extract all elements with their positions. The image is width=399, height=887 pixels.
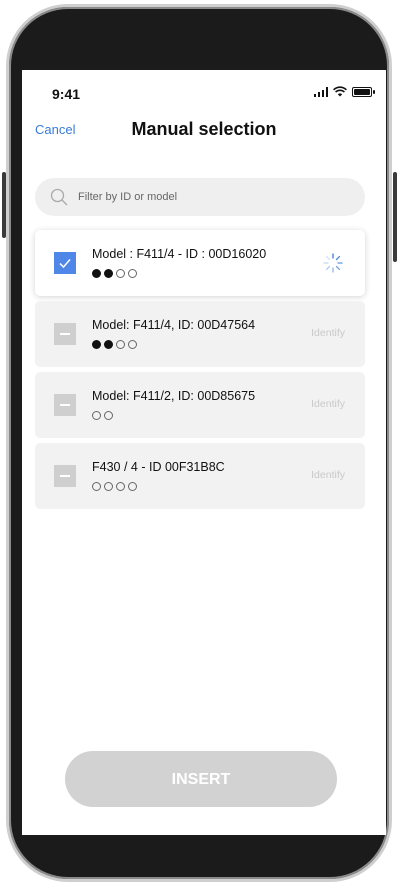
dot-empty bbox=[128, 269, 137, 278]
checkbox-unchecked[interactable] bbox=[54, 323, 76, 345]
checkbox-checked[interactable] bbox=[54, 252, 76, 274]
power-button bbox=[393, 172, 397, 262]
device-label: Model : F411/4 - ID : 00D16020 bbox=[92, 247, 267, 261]
status-time: 9:41 bbox=[52, 86, 81, 102]
checkbox-unchecked[interactable] bbox=[54, 465, 76, 487]
channel-dots bbox=[92, 340, 137, 349]
device-label: Model: F411/2, ID: 00D85675 bbox=[92, 389, 256, 403]
dot-filled bbox=[92, 340, 101, 349]
dot-empty bbox=[92, 482, 101, 491]
device-row[interactable]: Model : F411/4 - ID : 00D16020 bbox=[35, 230, 365, 296]
identify-button[interactable]: Identify bbox=[311, 327, 345, 339]
device-label: F430 / 4 - ID 00F31B8C bbox=[92, 460, 225, 474]
battery-icon bbox=[352, 86, 375, 97]
nav-header: Cancel Manual selection bbox=[22, 116, 386, 146]
dot-empty bbox=[92, 411, 101, 420]
dot-empty bbox=[128, 340, 137, 349]
wifi-icon bbox=[333, 86, 347, 97]
dot-empty bbox=[104, 411, 113, 420]
identify-button[interactable]: Identify bbox=[311, 398, 345, 410]
channel-dots bbox=[92, 269, 137, 278]
device-row[interactable]: Model: F411/2, ID: 00D85675 Identify bbox=[35, 372, 365, 438]
search-icon bbox=[50, 188, 68, 206]
page-title: Manual selection bbox=[131, 119, 277, 139]
status-bar: 9:41 bbox=[22, 70, 386, 114]
dot-filled bbox=[104, 340, 113, 349]
channel-dots bbox=[92, 411, 113, 420]
checkmark-icon bbox=[59, 259, 71, 269]
status-icons bbox=[313, 86, 375, 97]
dot-filled bbox=[92, 269, 101, 278]
device-label: Model: F411/4, ID: 00D47564 bbox=[92, 318, 256, 332]
device-row[interactable]: Model: F411/4, ID: 00D47564 Identify bbox=[35, 301, 365, 367]
checkbox-unchecked[interactable] bbox=[54, 394, 76, 416]
dot-empty bbox=[116, 269, 125, 278]
channel-dots bbox=[92, 482, 137, 491]
dot-empty bbox=[128, 482, 137, 491]
search-input[interactable] bbox=[76, 190, 330, 204]
device-row[interactable]: F430 / 4 - ID 00F31B8C Identify bbox=[35, 443, 365, 509]
search-bar[interactable] bbox=[35, 178, 365, 216]
app-screen: 9:41 Cancel Manual selection Filter by I… bbox=[22, 70, 386, 835]
dot-empty bbox=[116, 340, 125, 349]
identify-button[interactable]: Identify bbox=[311, 469, 345, 481]
loading-spinner-icon bbox=[323, 253, 343, 273]
cellular-signal-icon bbox=[313, 86, 328, 97]
volume-button bbox=[2, 172, 6, 238]
insert-button[interactable]: INSERT bbox=[65, 751, 337, 807]
dot-empty bbox=[104, 482, 113, 491]
dot-empty bbox=[116, 482, 125, 491]
dot-filled bbox=[104, 269, 113, 278]
